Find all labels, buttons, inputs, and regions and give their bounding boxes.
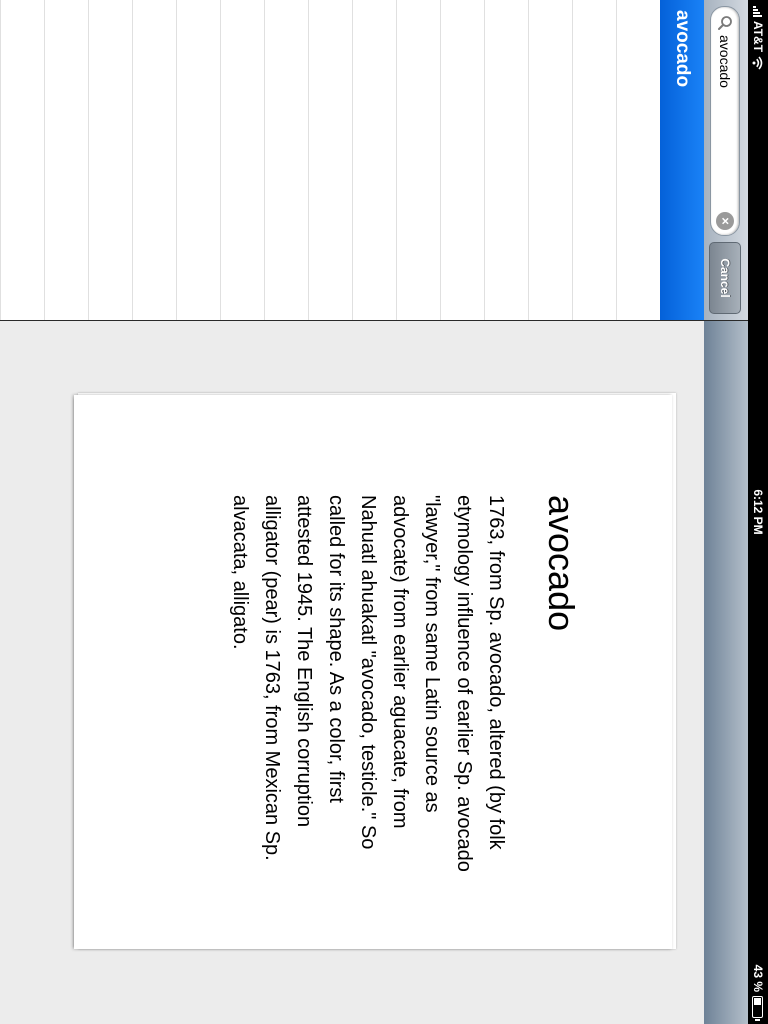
list-item-empty bbox=[88, 0, 132, 320]
definition-card: avocado 1763, from Sp. avocado, altered … bbox=[74, 395, 672, 949]
list-item-empty bbox=[264, 0, 308, 320]
list-item-empty bbox=[484, 0, 528, 320]
battery-percentage: 43 % bbox=[751, 964, 765, 992]
list-item-empty bbox=[440, 0, 484, 320]
result-list: avocado bbox=[0, 0, 704, 320]
detail-nav-bar bbox=[703, 321, 748, 1024]
app-window: AT&T 6:12 PM 43 % × Cancel bbox=[0, 0, 768, 1024]
list-item-empty bbox=[352, 0, 396, 320]
list-item-empty bbox=[220, 0, 264, 320]
list-item-empty bbox=[616, 0, 660, 320]
search-field[interactable]: × bbox=[710, 6, 740, 236]
list-item-empty bbox=[132, 0, 176, 320]
list-item-empty bbox=[528, 0, 572, 320]
detail-pane: avocado 1763, from Sp. avocado, altered … bbox=[0, 321, 704, 1024]
search-icon bbox=[718, 16, 732, 30]
status-right: 43 % bbox=[751, 965, 765, 1018]
status-time: 6:12 PM bbox=[751, 489, 765, 535]
status-bar: AT&T 6:12 PM 43 % bbox=[748, 0, 768, 1024]
cancel-button[interactable]: Cancel bbox=[709, 242, 741, 314]
battery-icon bbox=[752, 996, 764, 1018]
sidebar: × Cancel avocado bbox=[0, 0, 748, 321]
list-item-empty bbox=[176, 0, 220, 320]
entry-title: avocado bbox=[541, 495, 582, 632]
entry-definition: 1763, from Sp. avocado, altered (by folk… bbox=[229, 495, 507, 872]
search-input[interactable] bbox=[716, 35, 734, 195]
list-item-empty bbox=[572, 0, 616, 320]
list-item-avocado[interactable]: avocado bbox=[660, 0, 704, 320]
list-item-empty bbox=[308, 0, 352, 320]
list-item-empty bbox=[44, 0, 88, 320]
list-item-empty bbox=[0, 0, 44, 320]
clear-search-icon[interactable]: × bbox=[716, 212, 734, 230]
search-bar: × Cancel bbox=[703, 0, 748, 320]
list-item-empty bbox=[396, 0, 440, 320]
